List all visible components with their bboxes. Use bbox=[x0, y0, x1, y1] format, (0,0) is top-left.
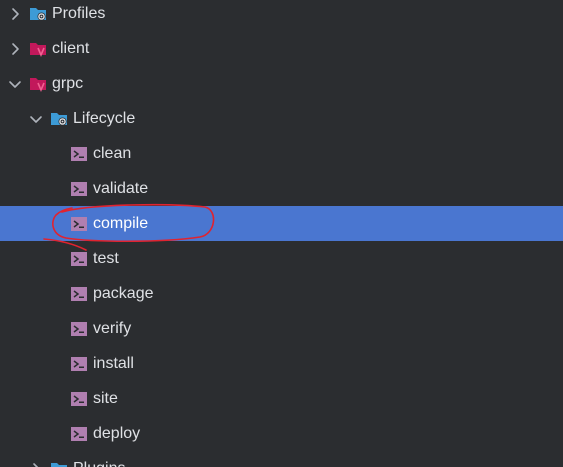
chevron-down-icon[interactable] bbox=[7, 76, 23, 92]
goal-item-validate[interactable]: validate bbox=[0, 171, 563, 206]
tree-item-lifecycle[interactable]: Lifecycle bbox=[0, 101, 563, 136]
goal-label: validate bbox=[93, 180, 149, 197]
maven-goal-icon bbox=[70, 425, 88, 443]
chevron-down-icon[interactable] bbox=[28, 111, 44, 127]
goal-item-compile[interactable]: compile bbox=[0, 206, 563, 241]
goal-item-test[interactable]: test bbox=[0, 241, 563, 276]
tree-item-grpc[interactable]: grpc bbox=[0, 66, 563, 101]
tree-item-label: grpc bbox=[52, 75, 84, 92]
tree-item-plugins[interactable]: Plugins bbox=[0, 451, 563, 467]
tree-item-label: Profiles bbox=[52, 5, 106, 22]
chevron-right-icon[interactable] bbox=[7, 41, 23, 57]
chevron-right-icon[interactable] bbox=[28, 461, 44, 467]
maven-goal-icon bbox=[70, 250, 88, 268]
maven-goal-icon bbox=[70, 285, 88, 303]
maven-goal-icon bbox=[70, 180, 88, 198]
tree-item-profiles[interactable]: Profiles bbox=[0, 0, 563, 31]
tree-item-label: Lifecycle bbox=[73, 110, 136, 127]
goal-label: compile bbox=[93, 215, 149, 232]
tree-item-client[interactable]: client bbox=[0, 31, 563, 66]
goal-label: deploy bbox=[93, 425, 141, 442]
maven-goal-icon bbox=[70, 215, 88, 233]
goal-label: install bbox=[93, 355, 134, 372]
goal-label: package bbox=[93, 285, 154, 302]
goal-item-site[interactable]: site bbox=[0, 381, 563, 416]
maven-goal-icon bbox=[70, 355, 88, 373]
goal-label: site bbox=[93, 390, 118, 407]
maven-tree-panel: Profiles client grpc Lifecycle clean val… bbox=[0, 0, 563, 467]
maven-module-icon bbox=[29, 40, 47, 58]
tree-item-label: Plugins bbox=[73, 451, 125, 467]
goal-item-clean[interactable]: clean bbox=[0, 136, 563, 171]
goal-item-package[interactable]: package bbox=[0, 276, 563, 311]
goal-label: clean bbox=[93, 145, 132, 162]
goal-item-deploy[interactable]: deploy bbox=[0, 416, 563, 451]
plugins-folder-icon bbox=[50, 460, 68, 467]
chevron-right-icon[interactable] bbox=[7, 6, 23, 22]
maven-goal-icon bbox=[70, 320, 88, 338]
maven-module-icon bbox=[29, 75, 47, 93]
lifecycle-folder-icon bbox=[50, 110, 68, 128]
goal-item-install[interactable]: install bbox=[0, 346, 563, 381]
profiles-folder-icon bbox=[29, 5, 47, 23]
goal-label: verify bbox=[93, 320, 132, 337]
maven-goal-icon bbox=[70, 145, 88, 163]
maven-goal-icon bbox=[70, 390, 88, 408]
tree-item-label: client bbox=[52, 40, 90, 57]
goal-label: test bbox=[93, 250, 119, 267]
goal-item-verify[interactable]: verify bbox=[0, 311, 563, 346]
